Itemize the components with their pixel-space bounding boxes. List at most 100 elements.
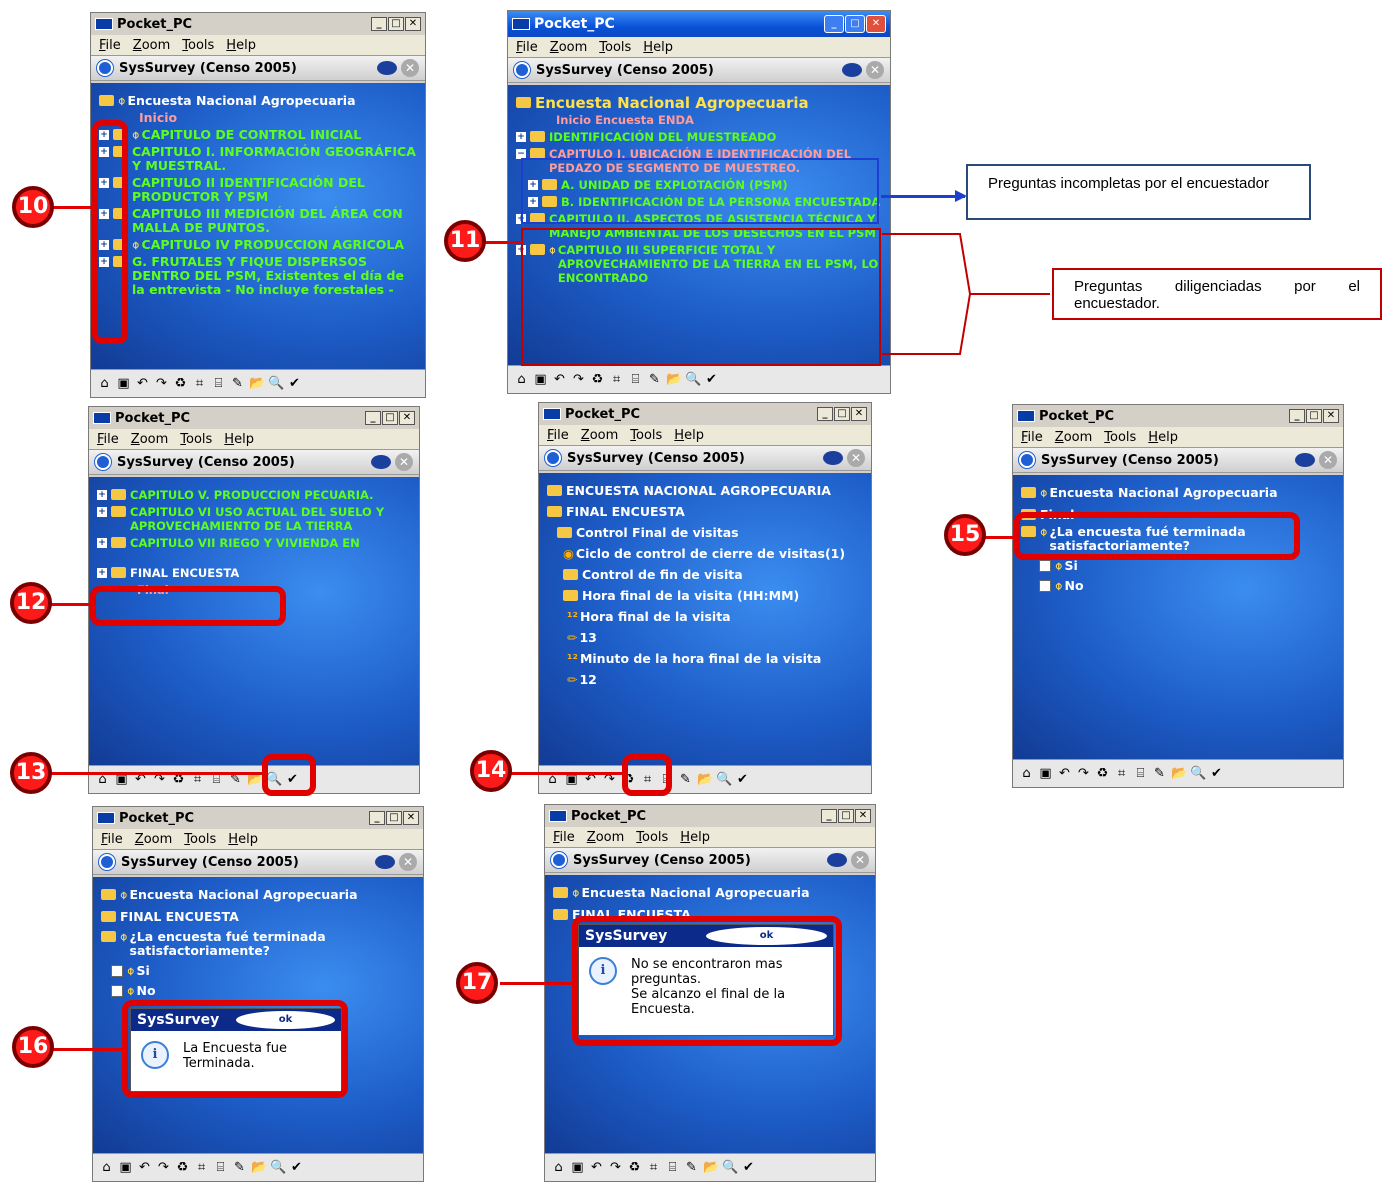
toolbar-button-icon[interactable]: ↶ — [552, 372, 567, 387]
toolbar-button-icon[interactable]: ⌂ — [514, 372, 529, 387]
toolbar-button-icon[interactable]: ✔ — [704, 372, 719, 387]
toolbar-button-icon[interactable]: 🔍 — [722, 1160, 738, 1175]
maximize-button[interactable]: □ — [1306, 409, 1322, 423]
tree-item[interactable]: ✏ 12 — [547, 673, 863, 687]
expand-icon[interactable]: + — [516, 132, 526, 142]
tree-item[interactable]: ¹² Minuto de la hora final de la visita — [547, 652, 863, 666]
expand-icon[interactable]: + — [99, 130, 109, 140]
toolbar-button-icon[interactable]: ✔ — [287, 376, 302, 391]
toolbar-button-icon[interactable]: 📂 — [697, 772, 713, 787]
menu-help[interactable]: Help — [680, 830, 710, 845]
tree-item[interactable]: + ⌽ CAPITULO IV PRODUCCION AGRICOLA — [99, 238, 417, 252]
minimize-button[interactable]: _ — [1289, 409, 1305, 423]
minimize-button[interactable]: _ — [817, 407, 833, 421]
option-si[interactable]: ⌽ Si — [1021, 559, 1335, 573]
toolbar-button-icon[interactable]: ♻ — [173, 376, 188, 391]
toolbar-button-icon[interactable]: 📂 — [251, 1160, 267, 1175]
menu-help[interactable]: Help — [674, 428, 704, 443]
toolbar-button-icon[interactable]: ↷ — [1076, 766, 1091, 781]
toolbar-button-icon[interactable]: ✔ — [289, 1160, 304, 1175]
toolbar-button-icon[interactable]: ↷ — [608, 1160, 623, 1175]
toolbar-button-icon[interactable]: ▣ — [118, 1160, 133, 1175]
maximize-button[interactable]: □ — [834, 407, 850, 421]
toolbar-button-icon[interactable]: ⌗ — [1114, 766, 1129, 781]
menu-file[interactable]: File — [1021, 430, 1043, 445]
question-item[interactable]: ⌽ ¿La encuesta fué terminada satisfactori… — [1021, 525, 1335, 553]
toolbar-button-icon[interactable]: ✎ — [647, 372, 662, 387]
app-close-button[interactable]: ✕ — [847, 449, 865, 467]
tree-item[interactable]: ◉ Ciclo de control de cierre de visitas(1… — [547, 547, 863, 561]
app-close-button[interactable]: ✕ — [1319, 451, 1337, 469]
toolbar-button-icon[interactable]: 📂 — [249, 376, 265, 391]
app-close-button[interactable]: ✕ — [395, 453, 413, 471]
menu-file[interactable]: File — [99, 38, 121, 53]
option-no[interactable]: ⌽ No — [101, 984, 415, 998]
toolbar-button-icon[interactable]: ↷ — [571, 372, 586, 387]
expand-icon[interactable]: + — [97, 507, 107, 517]
checkbox[interactable] — [111, 985, 123, 997]
menu-help[interactable]: Help — [643, 40, 673, 55]
tree-item[interactable]: FINAL ENCUESTA — [547, 505, 863, 519]
menu-tools[interactable]: Tools — [599, 40, 631, 55]
menu-zoom[interactable]: Zoom — [550, 40, 587, 55]
expand-icon[interactable]: + — [99, 147, 109, 157]
checkbox[interactable] — [1039, 580, 1051, 592]
menu-help[interactable]: Help — [226, 38, 256, 53]
minimize-button[interactable]: _ — [365, 411, 381, 425]
ok-button[interactable]: ok — [236, 1011, 335, 1029]
maximize-button[interactable]: □ — [382, 411, 398, 425]
maximize-button[interactable]: □ — [386, 811, 402, 825]
toolbar-button-icon[interactable]: ↶ — [1057, 766, 1072, 781]
toolbar-button-icon[interactable]: 🔍 — [1190, 766, 1206, 781]
app-close-button[interactable]: ✕ — [851, 851, 869, 869]
close-button[interactable]: ✕ — [399, 411, 415, 425]
minimize-button[interactable]: _ — [824, 15, 844, 33]
menu-tools[interactable]: Tools — [180, 432, 212, 447]
menu-tools[interactable]: Tools — [1104, 430, 1136, 445]
app-close-button[interactable]: ✕ — [401, 59, 419, 77]
tree-item[interactable]: Inicio Encuesta ENDA — [516, 113, 882, 127]
toolbar-button-icon[interactable]: ▣ — [570, 1160, 585, 1175]
checkbox[interactable] — [1039, 560, 1051, 572]
toolbar-button-icon[interactable]: ⌸ — [628, 372, 643, 387]
tree-item[interactable]: Hora final de la visita (HH:MM) — [547, 589, 863, 603]
toolbar-button-icon[interactable]: ✔ — [1209, 766, 1224, 781]
menu-help[interactable]: Help — [1148, 430, 1178, 445]
menu-help[interactable]: Help — [228, 832, 258, 847]
app-menu-button[interactable] — [377, 61, 397, 75]
ok-button[interactable]: ok — [706, 927, 827, 945]
menu-zoom[interactable]: Zoom — [581, 428, 618, 443]
tree-item[interactable]: Inicio — [99, 111, 417, 125]
toolbar-button-icon[interactable]: ✔ — [741, 1160, 756, 1175]
tree-root[interactable]: Encuesta Nacional Agropecuaria — [516, 96, 882, 111]
toolbar-button-icon[interactable]: ✎ — [232, 1160, 247, 1175]
tree-item[interactable]: + G. FRUTALES Y FIQUE DISPERSOS DENTRO DE… — [99, 255, 417, 297]
toolbar-button-icon[interactable]: ⌗ — [640, 772, 655, 787]
expand-icon[interactable]: + — [99, 209, 109, 219]
minimize-button[interactable]: _ — [369, 811, 385, 825]
toolbar-button-icon[interactable]: ↶ — [135, 376, 150, 391]
tree-item[interactable]: + CAPITULO VI USO ACTUAL DEL SUELO Y APRO… — [97, 505, 411, 533]
toolbar-button-icon[interactable]: ↶ — [589, 1160, 604, 1175]
toolbar-button-icon[interactable]: ⌗ — [609, 372, 624, 387]
toolbar-button-icon[interactable]: ♻ — [590, 372, 605, 387]
tree-root[interactable]: ⌽ Encuesta Nacional Agropecuaria — [1021, 486, 1335, 500]
question-item[interactable]: ⌽ ¿La encuesta fué terminada satisfactori… — [101, 930, 415, 958]
menu-help[interactable]: Help — [224, 432, 254, 447]
tree-item[interactable]: + ⌽ CAPITULO DE CONTROL INICIAL — [99, 128, 417, 142]
toolbar-button-icon[interactable]: ⌂ — [1019, 766, 1034, 781]
option-si[interactable]: ⌽ Si — [101, 964, 415, 978]
maximize-button[interactable]: □ — [838, 809, 854, 823]
tree-item[interactable]: ¹² Hora final de la visita — [547, 610, 863, 624]
menu-file[interactable]: File — [97, 432, 119, 447]
toolbar-button-icon[interactable]: ♻ — [627, 1160, 642, 1175]
toolbar-button-icon[interactable]: ♻ — [1095, 766, 1110, 781]
tree-item[interactable]: FINAL ENCUESTA — [553, 908, 867, 922]
toolbar-button-icon[interactable]: ⌗ — [646, 1160, 661, 1175]
option-no[interactable]: ⌽ No — [1021, 579, 1335, 593]
menu-zoom[interactable]: Zoom — [133, 38, 170, 53]
menu-tools[interactable]: Tools — [636, 830, 668, 845]
menu-file[interactable]: File — [516, 40, 538, 55]
maximize-button[interactable]: □ — [845, 15, 865, 33]
toolbar-button-icon[interactable]: ✔ — [285, 772, 300, 787]
